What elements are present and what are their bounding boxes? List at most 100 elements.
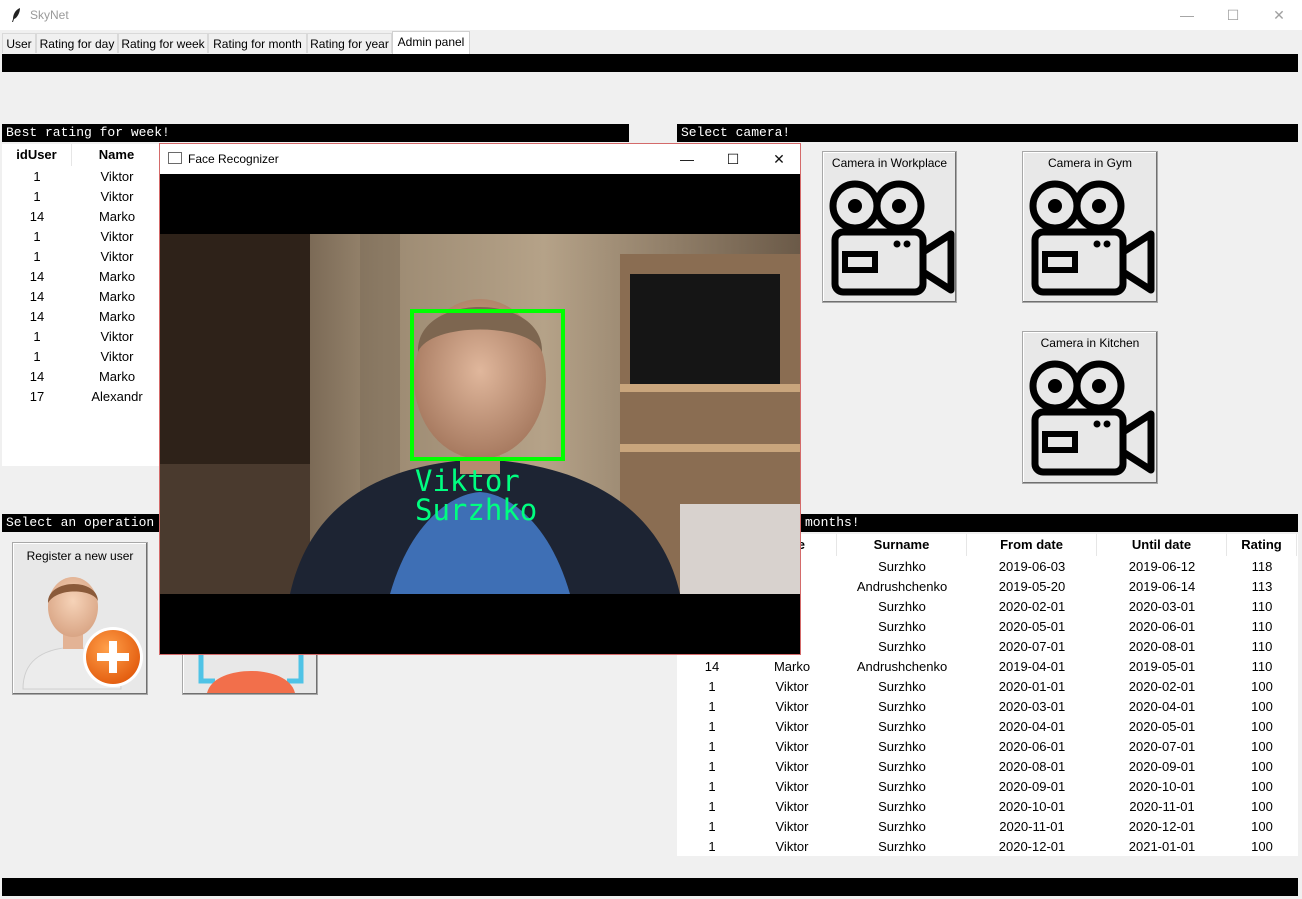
table-cell: Viktor <box>100 229 134 244</box>
tab-rating-week[interactable]: Rating for week <box>118 33 208 53</box>
table-cell: 14 <box>29 369 45 384</box>
register-user-label: Register a new user <box>26 549 134 563</box>
table-cell: Viktor <box>100 169 134 184</box>
table-cell: 2020-09-01 <box>1128 759 1196 774</box>
table-cell: 2020-12-01 <box>998 839 1066 854</box>
table-cell: Surzhko <box>878 799 926 814</box>
table-cell: 100 <box>1251 759 1273 774</box>
camera-kitchen-label: Camera in Kitchen <box>1040 336 1140 350</box>
add-user-icon <box>22 577 143 690</box>
table-cell: 2019-05-01 <box>1128 659 1196 674</box>
table-cell: 1 <box>33 329 41 344</box>
video-camera-icon <box>829 180 955 296</box>
table-cell: 1 <box>708 759 716 774</box>
column-header[interactable]: Name <box>72 144 162 166</box>
table-cell: 2020-12-01 <box>1128 819 1196 834</box>
column-header[interactable]: From date <box>967 534 1097 556</box>
select-operation-label: Select an operation <box>2 514 172 532</box>
table-cell: 2020-02-01 <box>998 599 1066 614</box>
tab-rating-year[interactable]: Rating for year <box>307 33 392 53</box>
table-cell: Surzhko <box>878 599 926 614</box>
table-cell: 2020-04-01 <box>998 719 1066 734</box>
close-button[interactable]: ✕ <box>1256 0 1302 30</box>
table-cell: Viktor <box>775 739 809 754</box>
table-cell: 100 <box>1251 779 1273 794</box>
recognized-surname: Surzhko <box>415 493 537 527</box>
table-cell: 100 <box>1251 719 1273 734</box>
camera-workplace-button[interactable]: Camera in Workplace <box>822 151 957 303</box>
face-recognizer-window: Face Recognizer — ☐ ✕ Viktor Surzhko <box>159 143 801 655</box>
table-cell: 2020-07-01 <box>1128 739 1196 754</box>
table-cell: 17 <box>29 389 45 404</box>
face-recognizer-titlebar: Face Recognizer — ☐ ✕ <box>160 144 800 174</box>
camera-gym-button[interactable]: Camera in Gym <box>1022 151 1158 303</box>
minimize-button[interactable]: — <box>664 144 710 174</box>
tab-admin-panel[interactable]: Admin panel <box>392 31 470 54</box>
table-cell: 14 <box>29 209 45 224</box>
table-cell: 2020-08-01 <box>998 759 1066 774</box>
column-header[interactable]: Surname <box>837 534 967 556</box>
table-cell: Surzhko <box>878 759 926 774</box>
table-cell: Marko <box>98 209 136 224</box>
table-cell: Viktor <box>775 719 809 734</box>
table-cell: 1 <box>33 349 41 364</box>
table-cell: 2020-11-01 <box>1129 799 1195 814</box>
register-user-button[interactable]: Register a new user <box>12 542 148 695</box>
table-cell: 110 <box>1251 599 1273 614</box>
table-cell: Surzhko <box>878 619 926 634</box>
table-cell: 2020-03-01 <box>998 699 1066 714</box>
table-cell: Surzhko <box>878 679 926 694</box>
table-cell: Viktor <box>775 759 809 774</box>
table-cell: 1 <box>708 779 716 794</box>
table-cell: Viktor <box>775 699 809 714</box>
table-cell: 2020-08-01 <box>1128 639 1196 654</box>
table-cell: 1 <box>708 719 716 734</box>
camera-frame: Viktor Surzhko <box>160 234 800 594</box>
best-week-table: idUser Name 1 Viktor 1 Viktor 14 Marko 1 Viktor… <box>2 144 162 466</box>
table-cell: Marko <box>98 309 136 324</box>
camera-kitchen-button[interactable]: Camera in Kitchen <box>1022 331 1158 484</box>
tab-rating-day[interactable]: Rating for day <box>36 33 118 53</box>
table-cell: Viktor <box>100 329 134 344</box>
close-button[interactable]: ✕ <box>756 144 802 174</box>
column-header[interactable]: Rating <box>1227 534 1297 556</box>
table-cell: 1 <box>708 799 716 814</box>
table-cell: 1 <box>33 189 41 204</box>
tab-user[interactable]: User <box>2 33 36 53</box>
maximize-button[interactable]: ☐ <box>1210 0 1256 30</box>
face-recognizer-title: Face Recognizer <box>188 152 279 166</box>
table-cell: 1 <box>33 229 41 244</box>
table-cell: Viktor <box>100 249 134 264</box>
table-cell: 1 <box>708 699 716 714</box>
minimize-button[interactable]: — <box>1164 0 1210 30</box>
table-cell: 1 <box>33 169 41 184</box>
table-cell: 14 <box>29 269 45 284</box>
table-cell: Surzhko <box>878 639 926 654</box>
table-cell: 14 <box>29 309 45 324</box>
table-cell: Viktor <box>100 349 134 364</box>
table-cell: 110 <box>1251 639 1273 654</box>
select-camera-label: Select camera! <box>677 124 1298 142</box>
table-cell: 2019-06-12 <box>1128 559 1196 574</box>
maximize-button[interactable]: ☐ <box>710 144 756 174</box>
camera-feed-image: Viktor Surzhko <box>160 234 800 594</box>
table-cell: 2020-09-01 <box>998 779 1066 794</box>
column-header[interactable]: idUser <box>2 144 72 166</box>
table-cell: Marko <box>773 659 811 674</box>
table-cell: Viktor <box>775 679 809 694</box>
table-cell: 1 <box>708 679 716 694</box>
tab-bar: User Rating for day Rating for week Rati… <box>2 31 472 54</box>
table-cell: 118 <box>1251 559 1273 574</box>
table-cell: 2020-10-01 <box>998 799 1066 814</box>
table-cell: 1 <box>708 739 716 754</box>
table-cell: Surzhko <box>878 779 926 794</box>
table-cell: Marko <box>98 269 136 284</box>
table-cell: 2020-06-01 <box>998 739 1066 754</box>
table-cell: 2019-05-20 <box>998 579 1066 594</box>
table-cell: 1 <box>708 839 716 854</box>
tab-rating-month[interactable]: Rating for month <box>208 33 307 53</box>
table-cell: Marko <box>98 369 136 384</box>
table-cell: 2020-11-01 <box>999 819 1065 834</box>
table-cell: 100 <box>1251 819 1273 834</box>
column-header[interactable]: Until date <box>1097 534 1227 556</box>
